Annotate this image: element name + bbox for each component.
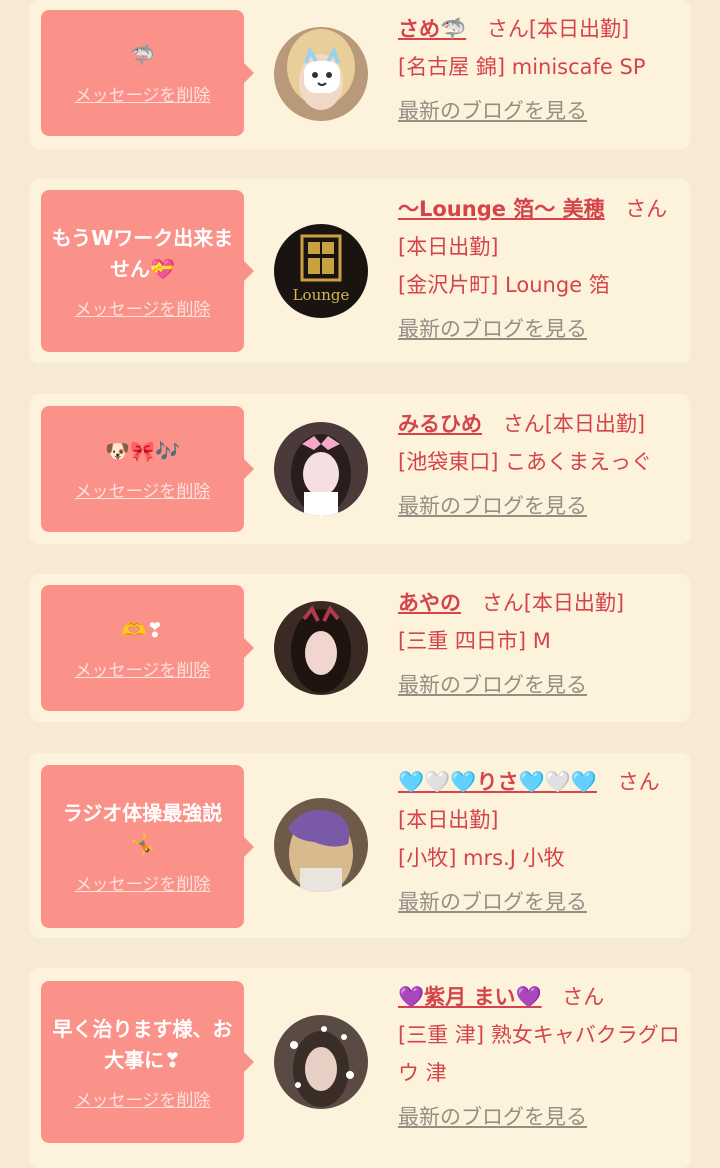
shop-info: [池袋東口] こあくまえっぐ — [398, 450, 653, 474]
honorific: さん — [562, 985, 605, 1009]
cast-info: さめ🦈 さん[本日出勤] [名古屋 錦] miniscafe SP 最新のブログ… — [398, 10, 680, 130]
delete-message-link[interactable]: メッセージを削除 — [75, 477, 211, 502]
avatar[interactable] — [274, 422, 368, 516]
cast-name-line: みるひめ さん[本日出勤] — [398, 405, 680, 443]
latest-blog-link[interactable]: 最新のブログを見る — [398, 92, 587, 130]
delete-message-link[interactable]: メッセージを削除 — [75, 1086, 211, 1111]
work-status: [本日出勤] — [528, 17, 630, 41]
cast-info: みるひめ さん[本日出勤] [池袋東口] こあくまえっぐ 最新のブログを見る — [398, 405, 680, 525]
work-status: [本日出勤] — [398, 808, 499, 832]
delete-message-link[interactable]: メッセージを削除 — [75, 81, 211, 106]
cast-name-link[interactable]: 〜Lounge 箔〜 美穂 — [398, 197, 605, 221]
message-card: 🫶❣ メッセージを削除 あやの さん[本日出勤] [三重 四日市] M 最新のブ… — [30, 574, 690, 722]
cast-info: 🩵🤍🩵りさ🩵🤍🩵 さん [本日出勤] [小牧] mrs.J 小牧 最新のブログを見… — [398, 763, 680, 921]
message-card: 🦈 メッセージを削除 さめ🦈 さん[本日出勤] [名古屋 錦] miniscaf… — [30, 0, 690, 149]
avatar[interactable] — [274, 1015, 368, 1109]
shop-info: [金沢片町] Lounge 箔 — [398, 273, 610, 297]
cast-name-line: さめ🦈 さん[本日出勤] — [398, 10, 680, 48]
message-text: 🫶❣ — [121, 618, 164, 642]
shop-info: [名古屋 錦] miniscafe SP — [398, 55, 646, 79]
cast-name-line: 💜紫月 まい💜 さん — [398, 978, 680, 1016]
message-text: 🐶🎀🎶 — [105, 439, 180, 463]
cast-name-link[interactable]: さめ🦈 — [398, 17, 466, 41]
message-card: 早く治ります様、お大事に❣ メッセージを削除 💜紫月 まい💜 さん [三重 津]… — [30, 968, 690, 1168]
cast-name-link[interactable]: あやの — [398, 591, 461, 615]
message-text: もうWワーク出来ません💝 — [51, 225, 234, 281]
avatar[interactable]: Lounge — [274, 224, 368, 318]
message-bubble: 早く治ります様、お大事に❣ メッセージを削除 — [41, 981, 254, 1143]
message-card: もうWワーク出来ません💝 メッセージを削除 Lounge 〜Lounge 箔〜 … — [30, 179, 690, 363]
latest-blog-link[interactable]: 最新のブログを見る — [398, 883, 587, 921]
message-text: 🦈 — [130, 43, 155, 67]
cast-info: 💜紫月 まい💜 さん [三重 津] 熟女キャバクラグロウ 津 最新のブログを見る — [398, 978, 680, 1136]
cast-name-line: 〜Lounge 箔〜 美穂 さん — [398, 190, 680, 228]
shop-info: [小牧] mrs.J 小牧 — [398, 846, 565, 870]
work-status: [本日出勤] — [544, 412, 646, 436]
honorific: さん — [617, 770, 660, 794]
latest-blog-link[interactable]: 最新のブログを見る — [398, 310, 587, 348]
message-bubble: ラジオ体操最強説🤸 メッセージを削除 — [41, 765, 254, 928]
message-text: ラジオ体操最強説🤸 — [62, 801, 223, 856]
work-status: [本日出勤] — [523, 591, 625, 615]
avatar[interactable] — [274, 798, 368, 892]
shop-info: [三重 四日市] M — [398, 629, 551, 653]
cast-info: あやの さん[本日出勤] [三重 四日市] M 最新のブログを見る — [398, 584, 680, 704]
message-bubble: 🐶🎀🎶 メッセージを削除 — [41, 406, 254, 532]
avatar[interactable] — [274, 27, 368, 121]
delete-message-link[interactable]: メッセージを削除 — [75, 656, 211, 681]
cast-info: 〜Lounge 箔〜 美穂 さん [本日出勤] [金沢片町] Lounge 箔 … — [398, 190, 680, 348]
message-card: 🐶🎀🎶 メッセージを削除 みるひめ さん[本日出勤] [池袋東口] こあくまえっ… — [30, 394, 690, 544]
honorific: さん — [481, 591, 524, 615]
message-card: ラジオ体操最強説🤸 メッセージを削除 🩵🤍🩵りさ🩵🤍🩵 さん [本日出勤] [小牧… — [30, 753, 690, 938]
latest-blog-link[interactable]: 最新のブログを見る — [398, 666, 587, 704]
latest-blog-link[interactable]: 最新のブログを見る — [398, 487, 587, 525]
message-bubble: 🦈 メッセージを削除 — [41, 10, 254, 136]
honorific: さん — [625, 197, 668, 221]
cast-name-link[interactable]: 🩵🤍🩵りさ🩵🤍🩵 — [398, 770, 597, 794]
latest-blog-link[interactable]: 最新のブログを見る — [398, 1098, 587, 1136]
message-text: 早く治ります様、お大事に❣ — [52, 1016, 233, 1072]
delete-message-link[interactable]: メッセージを削除 — [75, 295, 211, 320]
honorific: さん — [486, 17, 529, 41]
message-bubble: 🫶❣ メッセージを削除 — [41, 585, 254, 711]
cast-name-link[interactable]: みるひめ — [398, 412, 482, 436]
cast-name-link[interactable]: 💜紫月 まい💜 — [398, 985, 542, 1009]
shop-info: [三重 津] 熟女キャバクラグロウ 津 — [398, 1023, 680, 1085]
message-bubble: もうWワーク出来ません💝 メッセージを削除 — [41, 190, 254, 352]
delete-message-link[interactable]: メッセージを削除 — [75, 870, 211, 895]
cast-name-line: 🩵🤍🩵りさ🩵🤍🩵 さん [本日出勤] — [398, 763, 680, 839]
cast-name-line: あやの さん[本日出勤] — [398, 584, 680, 622]
work-status: [本日出勤] — [398, 235, 499, 259]
honorific: さん — [502, 412, 545, 436]
avatar[interactable] — [274, 601, 368, 695]
svg-text:Lounge: Lounge — [293, 286, 350, 304]
